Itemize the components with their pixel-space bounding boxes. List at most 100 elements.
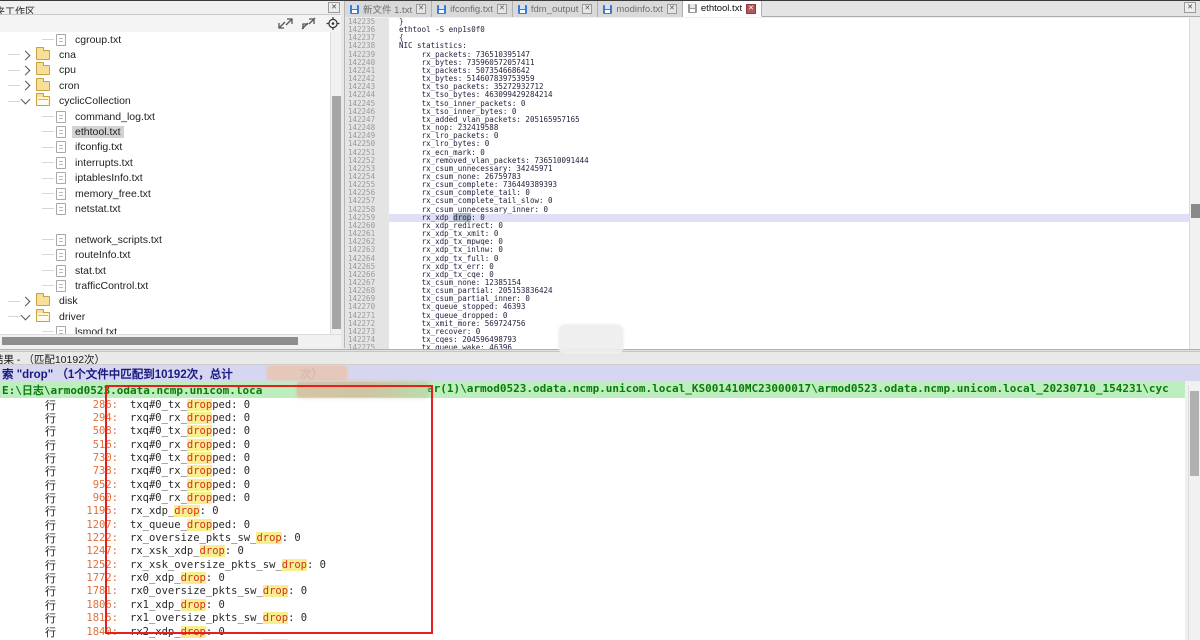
folder-open-icon	[36, 96, 50, 106]
tree-item-stat-txt[interactable]: stat.txt	[0, 263, 341, 278]
editor-view[interactable]: 142235}142236ethtool -S enp1s0f0142237{1…	[345, 18, 1189, 349]
search-result-row[interactable]: 行508:txq#0_tx_dropped: 0	[0, 425, 1185, 438]
results-scrollbar-thumb[interactable]	[1190, 391, 1199, 476]
line-text: tx_queue_stopped: 46393	[389, 303, 1189, 311]
search-result-row[interactable]: 行1195:rx_xdp_drop: 0	[0, 505, 1185, 518]
search-file-path-line[interactable]: E:\日志\armod0523.odata.ncmp.unicom.loca a…	[0, 381, 1185, 398]
search-result-row[interactable]: 行1222:rx_oversize_pkts_sw_drop: 0	[0, 531, 1185, 544]
tree-item-trafficcontrol-txt[interactable]: trafficControl.txt	[0, 278, 341, 293]
line-text: tx_nop: 232419588	[389, 124, 1189, 132]
tree-item-interrupts-txt[interactable]: interrupts.txt	[0, 155, 341, 170]
tab-close-icon[interactable]: ✕	[582, 4, 592, 14]
tree-item-netstat-txt[interactable]: netstat.txt	[0, 201, 341, 216]
search-result-row[interactable]: 行1252:rx_xsk_oversize_pkts_sw_drop: 0	[0, 558, 1185, 571]
tree-item-driver[interactable]: driver	[0, 309, 341, 324]
tree-vertical-scrollbar[interactable]	[330, 32, 341, 334]
tree-horizontal-scrollbar[interactable]	[0, 334, 341, 346]
line-text: }	[389, 18, 1189, 26]
chevron-down-icon[interactable]	[21, 95, 31, 105]
line-text: rx_lro_bytes: 0	[389, 140, 1189, 148]
file-icon	[56, 234, 66, 246]
tree-scrollbar-thumb[interactable]	[332, 96, 341, 329]
search-result-row[interactable]: 行1815:rx1_oversize_pkts_sw_drop: 0	[0, 612, 1185, 625]
tab-close-icon[interactable]: ✕	[746, 4, 756, 14]
match-highlight: drop	[256, 532, 281, 544]
editor-vertical-scrollbar[interactable]	[1189, 18, 1200, 349]
row-line-number: 1806:	[56, 599, 118, 611]
tab-ethtool-txt[interactable]: ethtool.txt✕	[683, 1, 762, 17]
line-text: tx_added_vlan_packets: 205165957165	[389, 116, 1189, 124]
search-result-row[interactable]: 行952:txq#0_tx_dropped: 0	[0, 478, 1185, 491]
tab-close-icon[interactable]: ✕	[497, 4, 507, 14]
row-line-number: 286:	[56, 399, 118, 411]
search-result-row[interactable]: 行516:rxq#0_rx_dropped: 0	[0, 438, 1185, 451]
workspace-toolbar	[0, 15, 345, 32]
tree-hscrollbar-thumb[interactable]	[2, 337, 298, 345]
expand-all-icon[interactable]	[277, 17, 294, 30]
tree-item-ethtool-txt[interactable]: ethtool.txt	[0, 124, 341, 139]
collapse-all-icon[interactable]	[300, 17, 317, 30]
tree-item-network-scripts-txt[interactable]: network_scripts.txt	[0, 232, 341, 247]
tab-close-icon[interactable]: ✕	[667, 4, 677, 14]
search-result-row[interactable]: 行1806:rx1_xdp_drop: 0	[0, 598, 1185, 611]
chevron-right-icon[interactable]	[21, 296, 31, 306]
tree-item-label: command_log.txt	[72, 111, 158, 123]
row-match-text: txq#0_tx_dropped: 0	[130, 399, 250, 411]
find-result-close-button[interactable]: ✕	[1184, 2, 1196, 13]
tree-item-ifconfig-txt[interactable]: ifconfig.txt	[0, 140, 341, 155]
search-result-list: 行286:txq#0_tx_dropped: 0行294:rxq#0_rx_dr…	[0, 398, 1185, 640]
chevron-right-icon[interactable]	[21, 81, 31, 91]
line-text: rx_xdp_tx_mpwqe: 0	[389, 238, 1189, 246]
row-match-text: txq#0_tx_dropped: 0	[130, 425, 250, 437]
match-highlight: drop	[187, 519, 212, 531]
tree-connector-line	[42, 254, 54, 255]
app-window: 夹工作区 ✕ cgroup.txtcnacpucroncyclicCollect…	[0, 0, 1200, 640]
chevron-right-icon[interactable]	[21, 66, 31, 76]
editor-scrollbar-thumb[interactable]	[1191, 204, 1200, 218]
tree-item-cycliccollection[interactable]: cyclicCollection	[0, 94, 341, 109]
tab-modinfo-txt[interactable]: modinfo.txt✕	[598, 1, 682, 17]
search-result-row[interactable]: 行1247:rx_xsk_xdp_drop: 0	[0, 545, 1185, 558]
locate-file-icon[interactable]	[326, 17, 340, 30]
tree-item-command-log-txt[interactable]: command_log.txt	[0, 109, 341, 124]
tree-connector-line	[8, 316, 20, 317]
tree-item-memory-free-txt[interactable]: memory_free.txt	[0, 186, 341, 201]
tab-ifconfig-txt[interactable]: ifconfig.txt✕	[432, 1, 513, 17]
match-highlight: drop	[187, 479, 212, 491]
tree-item-cgroup-txt[interactable]: cgroup.txt	[0, 32, 341, 47]
search-result-row[interactable]: 行730:txq#0_tx_dropped: 0	[0, 451, 1185, 464]
tree-item-cron[interactable]: cron	[0, 78, 341, 93]
chevron-right-icon[interactable]	[21, 50, 31, 60]
line-text: ethtool -S enp1s0f0	[389, 26, 1189, 34]
search-summary-line[interactable]: 索 "drop" （1个文件中匹配到10192次，总计 次）	[0, 365, 1200, 381]
save-icon	[688, 4, 697, 13]
tab-close-icon[interactable]: ✕	[416, 4, 426, 14]
tree-item-label: netstat.txt	[72, 203, 124, 215]
row-line-number: 1840:	[56, 626, 118, 638]
match-highlight: drop	[181, 626, 206, 638]
chevron-down-icon[interactable]	[21, 310, 31, 320]
search-result-row[interactable]: 行1840:rx2_xdp_drop: 0	[0, 625, 1185, 638]
file-icon	[56, 157, 66, 169]
row-match-text: txq#0_tx_dropped: 0	[130, 452, 250, 464]
tab-fdm-output[interactable]: fdm_output✕	[513, 1, 599, 17]
tree-item-label: ethtool.txt	[72, 126, 124, 138]
tree-item-disk[interactable]: disk	[0, 294, 341, 309]
line-text: rx_xdp_tx_err: 0	[389, 263, 1189, 271]
search-result-row[interactable]: 行294:rxq#0_rx_dropped: 0	[0, 411, 1185, 424]
match-highlight: drop	[187, 465, 212, 477]
workspace-close-button[interactable]: ✕	[328, 2, 340, 13]
tree-item-cna[interactable]: cna	[0, 47, 341, 62]
tree-item-cpu[interactable]: cpu	[0, 63, 341, 78]
results-vertical-scrollbar[interactable]	[1188, 386, 1200, 640]
search-result-row[interactable]: 行960:rxq#0_rx_dropped: 0	[0, 491, 1185, 504]
search-result-row[interactable]: 行1772:rx0_xdp_drop: 0	[0, 571, 1185, 584]
search-result-row[interactable]: 行286:txq#0_tx_dropped: 0	[0, 398, 1185, 411]
search-result-row[interactable]: 行1781:rx0_oversize_pkts_sw_drop: 0	[0, 585, 1185, 598]
tree-item-routeinfo-txt[interactable]: routeInfo.txt	[0, 247, 341, 262]
search-result-row[interactable]: 行738:rxq#0_rx_dropped: 0	[0, 465, 1185, 478]
match-highlight: drop	[174, 505, 199, 517]
tree-item-iptablesinfo-txt[interactable]: iptablesInfo.txt	[0, 171, 341, 186]
tab--1-txt[interactable]: 新文件 1.txt✕	[345, 1, 432, 17]
search-result-row[interactable]: 行1207:tx_queue_dropped: 0	[0, 518, 1185, 531]
